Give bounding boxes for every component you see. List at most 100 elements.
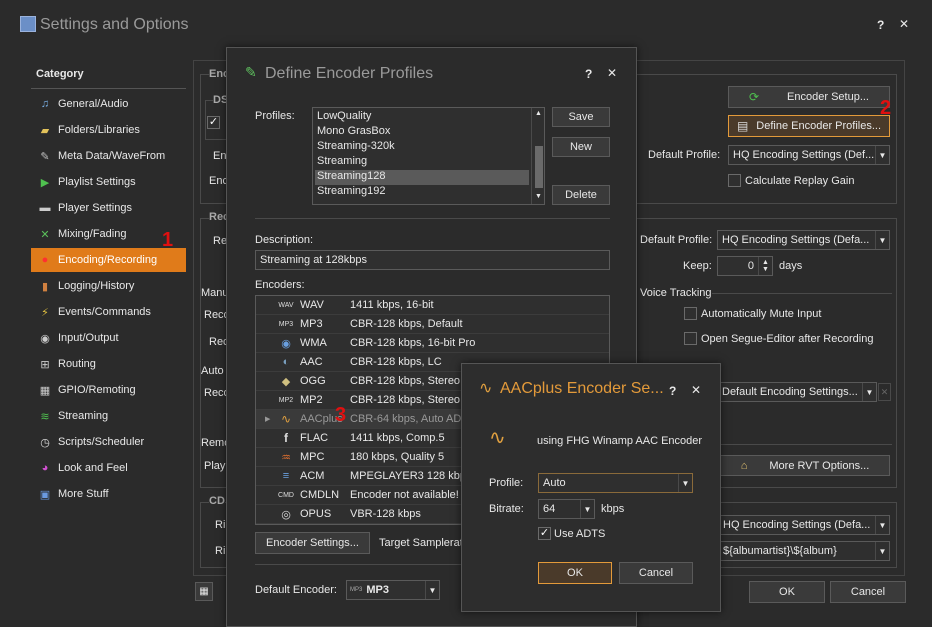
category-label: Look and Feel [58, 462, 128, 474]
profiles-scrollbar[interactable]: ▲ ▼ [531, 108, 544, 204]
description-input[interactable]: Streaming at 128kbps [255, 250, 610, 270]
new-button[interactable]: New [552, 137, 610, 157]
opus-icon: ◎ [281, 508, 291, 521]
profiles-list[interactable]: LowQuality Mono GrasBox Streaming-320k S… [312, 107, 545, 205]
list-item[interactable]: Streaming-320k [315, 140, 529, 155]
define-dialog-icon: ✎ [245, 64, 257, 80]
scroll-down-icon[interactable]: ▼ [535, 193, 542, 200]
category-folders-libraries[interactable]: ▰ Folders/Libraries [31, 118, 186, 142]
scroll-thumb[interactable] [535, 146, 543, 188]
partial-label-ri-2: Ri [215, 545, 226, 557]
player-icon: ▬ [39, 202, 51, 214]
ok-button[interactable]: OK [749, 581, 825, 603]
partial-label-ri: Ri [215, 519, 226, 531]
auto-mute-checkbox[interactable] [684, 307, 697, 320]
aac-help-button[interactable]: ? [669, 384, 676, 398]
define-profiles-button[interactable]: ▤ Define Encoder Profiles... [728, 115, 890, 137]
use-adts-checkbox[interactable]: ✓ [538, 527, 551, 540]
scroll-up-icon[interactable]: ▲ [535, 110, 542, 117]
encoder-name: FLAC [300, 432, 329, 444]
default-encoder-select[interactable]: MP3 MP3 ▼ [346, 580, 440, 600]
category-more-stuff[interactable]: ▣ More Stuff [31, 482, 186, 506]
target-samplerate-label: Target Samplerat [379, 537, 463, 549]
category-player-settings[interactable]: ▬ Player Settings [31, 196, 186, 220]
cancel-button[interactable]: Cancel [830, 581, 906, 603]
list-item[interactable]: Streaming [315, 155, 529, 170]
ds-checkbox[interactable]: ✓ [207, 116, 220, 129]
encoder-row[interactable]: ◉ WMA CBR-128 kbps, 16-bit Pro [256, 334, 609, 353]
category-routing[interactable]: ⊞ Routing [31, 352, 186, 376]
list-item[interactable]: Streaming192 [315, 185, 529, 200]
define-help-button[interactable]: ? [585, 67, 592, 81]
encoder-settings-button[interactable]: Encoder Settings... [255, 532, 370, 554]
category-events-commands[interactable]: ⚡ Events/Commands [31, 300, 186, 324]
list-item[interactable]: Mono GrasBox [315, 125, 529, 140]
aac-dialog-icon: ∿ [479, 380, 493, 397]
category-label: Input/Output [58, 332, 119, 344]
encoder-row[interactable]: WAV WAV 1411 kbps, 16-bit [256, 296, 609, 315]
category-scripts-scheduler[interactable]: ◷ Scripts/Scheduler [31, 430, 186, 454]
aac-bitrate-label: Bitrate: [489, 503, 524, 515]
category-general-audio[interactable]: ♫ General/Audio [31, 92, 186, 116]
aac-cancel-button[interactable]: Cancel [619, 562, 693, 584]
flac-icon: f [284, 431, 288, 445]
annotation-marker-2: 2 [880, 97, 892, 119]
aac-ok-button[interactable]: OK [538, 562, 612, 584]
category-label: Encoding/Recording [58, 254, 158, 266]
calc-replay-gain-checkbox[interactable] [728, 174, 741, 187]
define-dialog-title: Define Encoder Profiles [265, 65, 434, 82]
category-streaming[interactable]: ≋ Streaming [31, 404, 186, 428]
open-segue-checkbox[interactable] [684, 332, 697, 345]
default-profile-select[interactable]: HQ Encoding Settings (Def... ▼ [728, 145, 890, 165]
calc-replay-gain-label: Calculate Replay Gain [745, 175, 855, 187]
category-label: GPIO/Remoting [58, 384, 136, 396]
default-profile-value-2: HQ Encoding Settings (Defa... [722, 234, 870, 246]
aac-bitrate-select[interactable]: 64 ▼ [538, 499, 595, 519]
encoder-row[interactable]: MP3 MP3 CBR-128 kbps, Default [256, 315, 609, 334]
default-encoder-value: MP3 [366, 584, 389, 596]
chevron-down-icon: ▼ [425, 581, 439, 599]
clear-icon[interactable]: ✕ [878, 383, 891, 401]
keep-unit: days [779, 260, 803, 272]
category-logging-history[interactable]: ▮ Logging/History [31, 274, 186, 298]
define-profiles-label: Define Encoder Profiles... [756, 120, 882, 132]
window-title: Settings and Options [40, 16, 189, 33]
delete-button[interactable]: Delete [552, 185, 610, 205]
category-look-and-feel[interactable]: ◕ Look and Feel [31, 456, 186, 480]
default-profile-label: Default Profile: [648, 149, 721, 161]
list-item[interactable]: LowQuality [315, 110, 529, 125]
close-button[interactable]: ✕ [899, 17, 909, 31]
default-profile-select-2[interactable]: HQ Encoding Settings (Defa... ▼ [717, 230, 890, 250]
aac-close-button[interactable]: ✕ [691, 383, 701, 397]
encoder-name: OPUS [300, 508, 332, 520]
cd-path-select[interactable]: ${albumartist}\${album} ▼ [718, 541, 890, 561]
help-button[interactable]: ? [877, 18, 884, 32]
category-metadata-waveform[interactable]: ✎ Meta Data/WaveFrom [31, 144, 186, 168]
list-item-selected[interactable]: Streaming128 [315, 170, 529, 185]
category-label: Folders/Libraries [58, 124, 140, 136]
keep-spinner[interactable]: 0 ▲ ▼ [717, 256, 773, 276]
bottom-left-icon-button[interactable]: ▦ [195, 582, 213, 601]
chevron-down-icon: ▼ [875, 146, 889, 164]
description-label: Description: [255, 234, 314, 246]
category-input-output[interactable]: ◉ Input/Output [31, 326, 186, 350]
wav-icon: WAV [278, 301, 294, 309]
more-rvt-button[interactable]: ⌂ More RVT Options... [720, 455, 890, 476]
category-label: Logging/History [58, 280, 135, 292]
category-header: Category [36, 68, 84, 80]
cd-profile-select[interactable]: HQ Encoding Settings (Defa... ▼ [718, 515, 890, 535]
define-close-button[interactable]: ✕ [607, 66, 617, 80]
cd-profile-value: HQ Encoding Settings (Defa... [723, 519, 871, 531]
encoder-setup-button[interactable]: ⟳ Encoder Setup... [728, 86, 890, 108]
aac-dialog-title: AACplus Encoder Se... [500, 380, 664, 397]
expand-arrow-icon: ▶ [265, 416, 271, 423]
partial-label-en: En [213, 150, 227, 162]
default-encoding-select[interactable]: Default Encoding Settings... ▼ [717, 382, 877, 402]
save-button[interactable]: Save [552, 107, 610, 127]
folder-icon: ▰ [40, 124, 50, 137]
category-label: Mixing/Fading [58, 228, 127, 240]
aac-profile-select[interactable]: Auto ▼ [538, 473, 693, 493]
acm-icon: ≡ [282, 470, 290, 482]
category-gpio-remoting[interactable]: ▦ GPIO/Remoting [31, 378, 186, 402]
category-playlist-settings[interactable]: ▶ Playlist Settings [31, 170, 186, 194]
